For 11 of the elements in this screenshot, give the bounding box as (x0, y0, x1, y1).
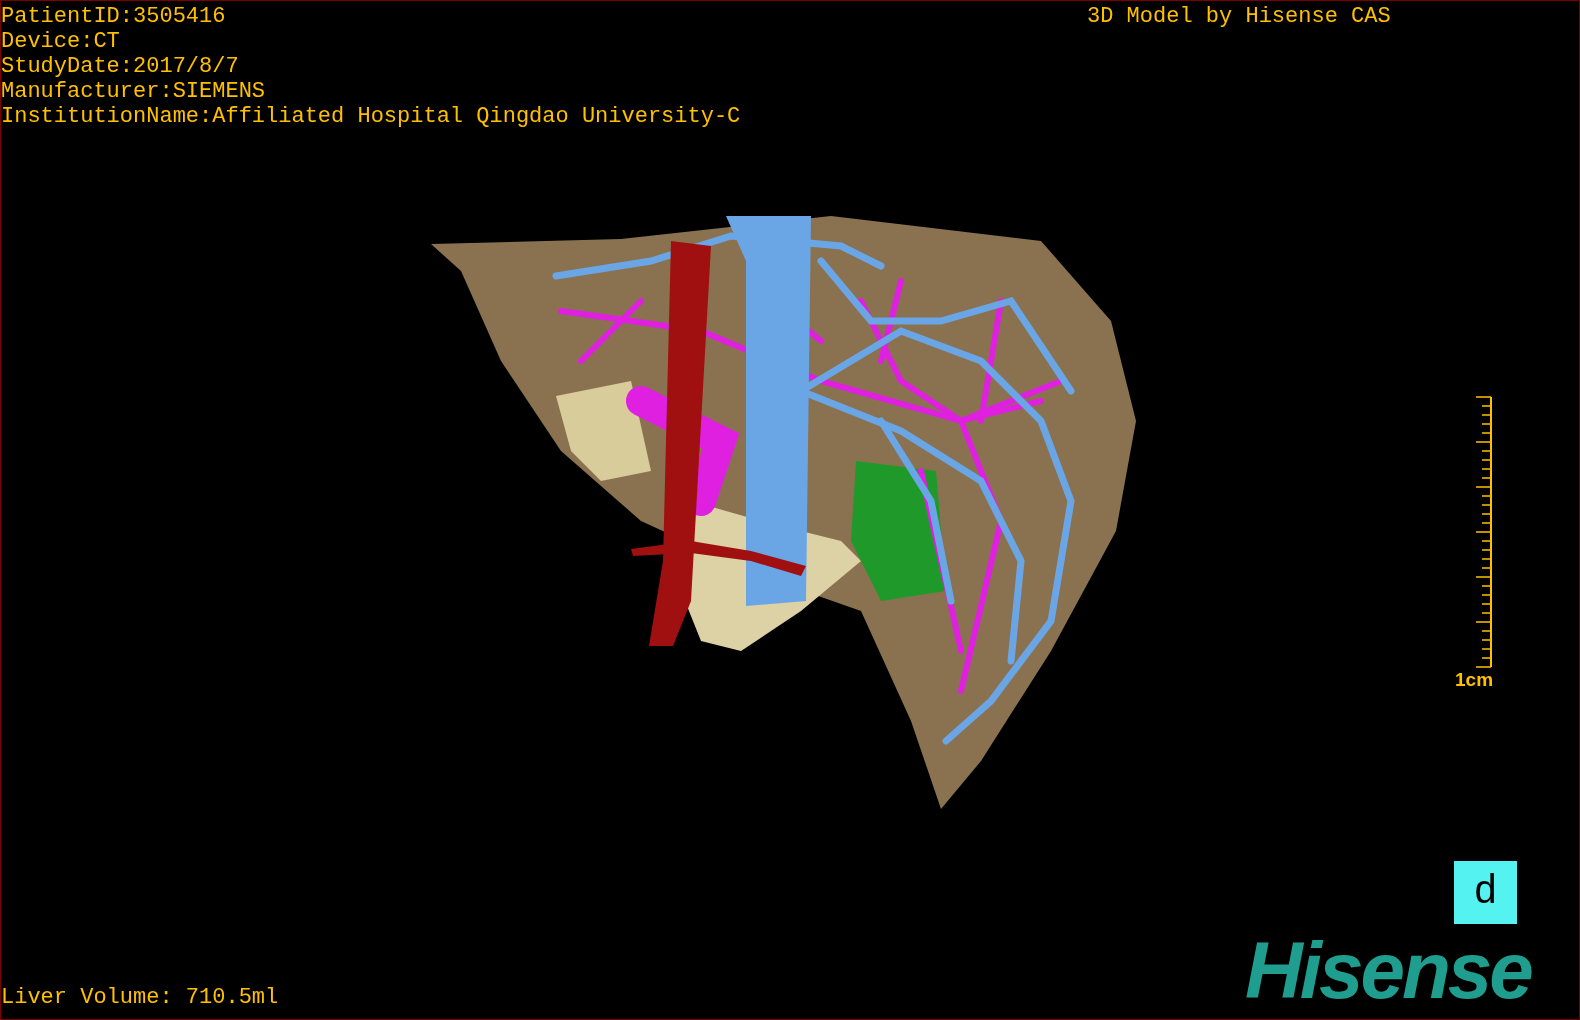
patient-info-text: StudyDate:2017/8/7 (1, 54, 240, 79)
scale-bar-icon (1475, 396, 1493, 669)
scale-label: 1cm (1455, 669, 1494, 691)
orientation-cube[interactable]: d (1454, 861, 1517, 924)
patient-info-text: Manufacturer:SIEMENS (1, 79, 267, 104)
patient-info-text: InstitutionName:Affiliated Hospital Qingdao University-C (1, 104, 741, 129)
brand-logo: Hisense (1245, 931, 1531, 1011)
patient-info-text: Device:CT (1, 29, 121, 54)
patient-info-text: PatientID:3505416 (1, 4, 227, 29)
liver-volume-text: Liver Volume: 710.5ml (1, 985, 279, 1010)
model-credit-text: 3D Model by Hisense CAS (1087, 4, 1391, 29)
